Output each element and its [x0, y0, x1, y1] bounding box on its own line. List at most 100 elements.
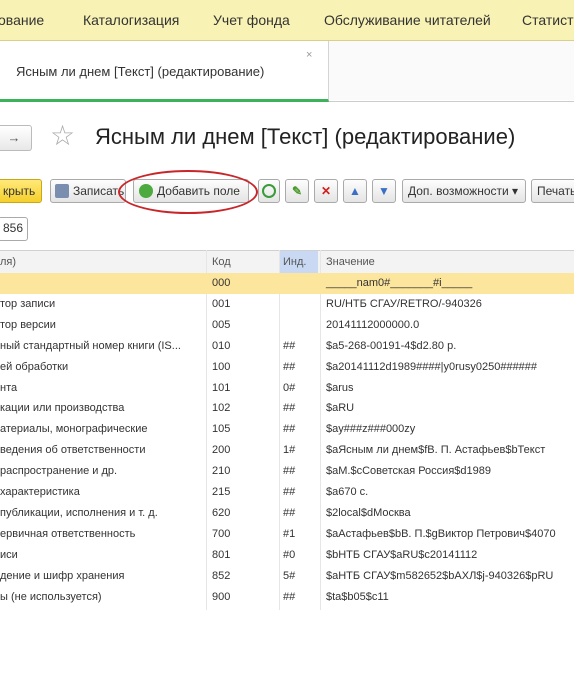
more-options-dropdown[interactable]: Доп. возможности ▾ — [402, 179, 526, 203]
table-row[interactable]: дение и шифр хранения 852 5# $aНТБ СГАУ$m58… — [0, 566, 574, 587]
field-code-cell: 210 — [212, 465, 231, 478]
field-value-cell: RU/НТБ СГАУ/RETRO/-940326 — [326, 297, 482, 310]
menu-item-fund[interactable]: Учет фонда — [213, 12, 290, 28]
move-down-button[interactable]: ▼ — [372, 179, 396, 203]
field-ind-cell: 1# — [283, 444, 296, 457]
field-ind-cell: ## — [283, 590, 296, 603]
col-header-value[interactable]: Значение — [326, 256, 375, 268]
delete-button[interactable]: ✕ — [314, 179, 338, 203]
field-name-cell: атериалы, монографические — [0, 423, 148, 436]
field-name-cell: тор записи — [0, 297, 56, 310]
table-row[interactable]: атериалы, монографические 105 ## $ay###z###… — [0, 419, 574, 440]
field-code-cell: 700 — [212, 527, 231, 540]
col-header-code[interactable]: Код — [212, 256, 231, 268]
field-name-cell: дение и шифр хранения — [0, 569, 125, 582]
print-button[interactable]: Печать — [531, 179, 574, 203]
table-row[interactable]: тор версии 005 20141112000000.0 — [0, 315, 574, 336]
field-code-cell: 900 — [212, 590, 231, 603]
field-ind-cell: ## — [283, 506, 296, 519]
field-code-cell: 200 — [212, 444, 231, 457]
save-label: Записать — [73, 184, 125, 198]
delete-x-icon: ✕ — [320, 184, 332, 198]
field-name-cell: ный стандартный номер книги (IS... — [0, 339, 181, 352]
field-value-cell: $arus — [326, 381, 354, 394]
field-ind-cell: ## — [283, 360, 296, 373]
table-row[interactable]: ервичная ответственность 700 #1 $aАстафьев$… — [0, 524, 574, 545]
field-name-cell: иси — [0, 548, 18, 561]
forward-button[interactable]: → — [0, 125, 32, 151]
field-name-cell: ы (не используется) — [0, 590, 102, 603]
col-header-name[interactable]: ля) — [0, 256, 16, 268]
field-value-cell: $ay###z###000zy — [326, 423, 416, 436]
field-name-cell: ервичная ответственность — [0, 527, 136, 540]
field-code-cell: 801 — [212, 548, 231, 561]
save-icon — [55, 184, 69, 198]
favorite-star-icon[interactable]: ☆ — [50, 121, 75, 151]
menu-item-administration[interactable]: ование — [0, 12, 44, 28]
edit-button[interactable]: ✎ — [285, 179, 309, 203]
field-value-cell: $aНТБ СГАУ$m582652$bАХЛ$j-940326$pRU — [326, 569, 554, 582]
tab-strip-empty — [329, 41, 574, 100]
field-ind-cell: ## — [283, 465, 296, 478]
table-row[interactable]: ный стандартный номер книги (IS... 010 ## $… — [0, 336, 574, 357]
menu-item-readers[interactable]: Обслуживание читателей — [324, 12, 491, 28]
menu-item-cataloging[interactable]: Каталогизация — [83, 12, 179, 28]
record-number-field[interactable]: 856 — [0, 217, 28, 241]
field-code-cell: 852 — [212, 569, 231, 582]
table-header: ля) Код Инд. Значение — [0, 250, 574, 274]
table-row[interactable]: иси 801 #0 $bНТБ СГАУ$aRU$c20141112 — [0, 545, 574, 566]
field-name-cell: публикации, исполнения и т. д. — [0, 506, 158, 519]
field-value-cell: $bНТБ СГАУ$aRU$c20141112 — [326, 548, 478, 561]
menu-item-statistics[interactable]: Статист — [522, 12, 574, 28]
field-name-cell: ей обработки — [0, 360, 69, 373]
table-row[interactable]: распространение и др. 210 ## $aМ.$cСоветска… — [0, 461, 574, 482]
field-ind-cell: ## — [283, 402, 296, 415]
field-ind-cell: ## — [283, 486, 296, 498]
field-value-cell: $a5-268-00191-4$d2.80 р. — [326, 339, 457, 352]
field-ind-cell: #0 — [283, 548, 296, 561]
field-value-cell: $aАстафьев$bВ. П.$gВиктор Петрович$4070 — [326, 527, 556, 540]
table-row[interactable]: 000 _____nam0#_______#i_____ — [0, 273, 574, 294]
field-value-cell: $2local$dМосква — [326, 506, 411, 519]
table-row[interactable]: ей обработки 100 ## $a20141112d1989####|y0r… — [0, 357, 574, 378]
field-name-cell: нта — [0, 381, 18, 394]
table-row[interactable]: тор записи 001 RU/НТБ СГАУ/RETRO/-940326 — [0, 294, 574, 315]
field-value-cell: $a20141112d1989####|y0rusy0250###### — [326, 360, 538, 373]
field-code-cell: 215 — [212, 486, 231, 498]
refresh-icon — [262, 184, 276, 198]
top-menu-bar: ование Каталогизация Учет фонда Обслужив… — [0, 0, 574, 41]
field-ind-cell: #1 — [283, 527, 296, 540]
tab-close-icon[interactable]: × — [306, 49, 312, 61]
table-row[interactable]: кации или производства 102 ## $aRU — [0, 398, 574, 419]
field-ind-cell: 0# — [283, 381, 296, 394]
table-row[interactable]: характеристика 215 ## $a670 с. — [0, 482, 574, 503]
field-ind-cell: 5# — [283, 569, 296, 582]
field-name-cell: ведения об ответственности — [0, 444, 146, 457]
field-name-cell: характеристика — [0, 486, 80, 498]
field-value-cell: _____nam0#_______#i_____ — [326, 277, 473, 289]
field-code-cell: 101 — [212, 381, 231, 394]
table-row[interactable]: нта 101 0# $arus — [0, 378, 574, 399]
field-value-cell: $a670 с. — [326, 486, 369, 498]
field-code-cell: 005 — [212, 318, 231, 331]
field-code-cell: 100 — [212, 360, 231, 373]
tab-label: Ясным ли днем [Текст] (редактирование) — [16, 64, 265, 79]
field-value-cell: $aRU — [326, 402, 355, 415]
table-row[interactable]: ведения об ответственности 200 1# $aЯсным л… — [0, 440, 574, 461]
table-row[interactable]: публикации, исполнения и т. д. 620 ## $2loc… — [0, 503, 574, 524]
field-value-cell: $aЯсным ли днем$fВ. П. Астафьев$bТекст — [326, 444, 546, 457]
move-up-button[interactable]: ▲ — [343, 179, 367, 203]
highlight-circle — [118, 170, 258, 214]
field-ind-cell: ## — [283, 423, 296, 436]
pencil-icon: ✎ — [291, 184, 303, 198]
refresh-button[interactable] — [258, 179, 280, 203]
field-name-cell: кации или производства — [0, 402, 125, 415]
field-code-cell: 001 — [212, 297, 231, 310]
field-name-cell: тор версии — [0, 318, 56, 331]
field-code-cell: 000 — [212, 277, 231, 289]
tab-record-edit[interactable]: Ясным ли днем [Текст] (редактирование) × — [0, 41, 329, 102]
close-button[interactable]: крыть — [0, 179, 42, 203]
save-button[interactable]: Записать — [50, 179, 126, 203]
table-row[interactable]: ы (не используется) 900 ## $ta$b05$c11 — [0, 587, 574, 608]
col-header-ind[interactable]: Инд. — [283, 256, 306, 268]
